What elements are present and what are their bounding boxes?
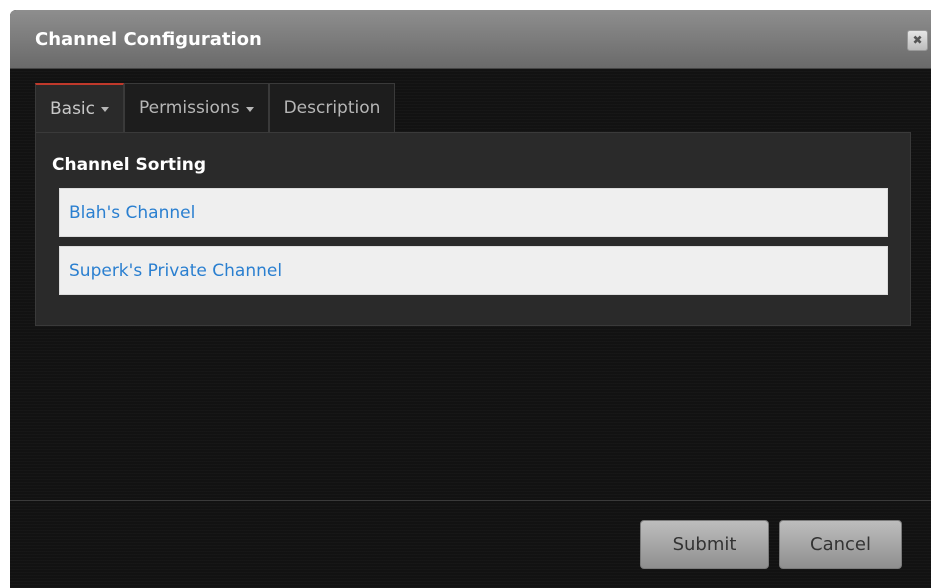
- channel-sorting-title: Channel Sorting: [52, 155, 207, 175]
- footer-divider: [10, 500, 931, 501]
- channel-list-item[interactable]: Blah's Channel: [59, 188, 888, 237]
- basic-tab-panel: Channel Sorting Blah's Channel Superk's …: [35, 132, 911, 326]
- tab-basic-label: Basic: [50, 98, 96, 119]
- caret-down-icon: [245, 106, 254, 112]
- channel-configuration-dialog: Channel Configuration ✖ Basic Permission…: [10, 10, 931, 588]
- dialog-title: Channel Configuration: [35, 29, 262, 50]
- dialog-header: Channel Configuration ✖: [10, 10, 931, 69]
- tab-permissions-label: Permissions: [139, 98, 240, 118]
- tab-basic[interactable]: Basic: [35, 83, 125, 132]
- cancel-button[interactable]: Cancel: [779, 520, 902, 569]
- tab-description[interactable]: Description: [268, 83, 396, 132]
- close-icon[interactable]: ✖: [907, 30, 928, 51]
- background-page-strip: [0, 0, 931, 10]
- tab-permissions[interactable]: Permissions: [124, 83, 269, 132]
- tab-bar: Basic Permissions Description: [35, 83, 396, 132]
- submit-button[interactable]: Submit: [640, 520, 769, 569]
- channel-list-item[interactable]: Superk's Private Channel: [59, 246, 888, 295]
- caret-down-icon: [101, 107, 110, 112]
- tab-description-label: Description: [283, 98, 381, 118]
